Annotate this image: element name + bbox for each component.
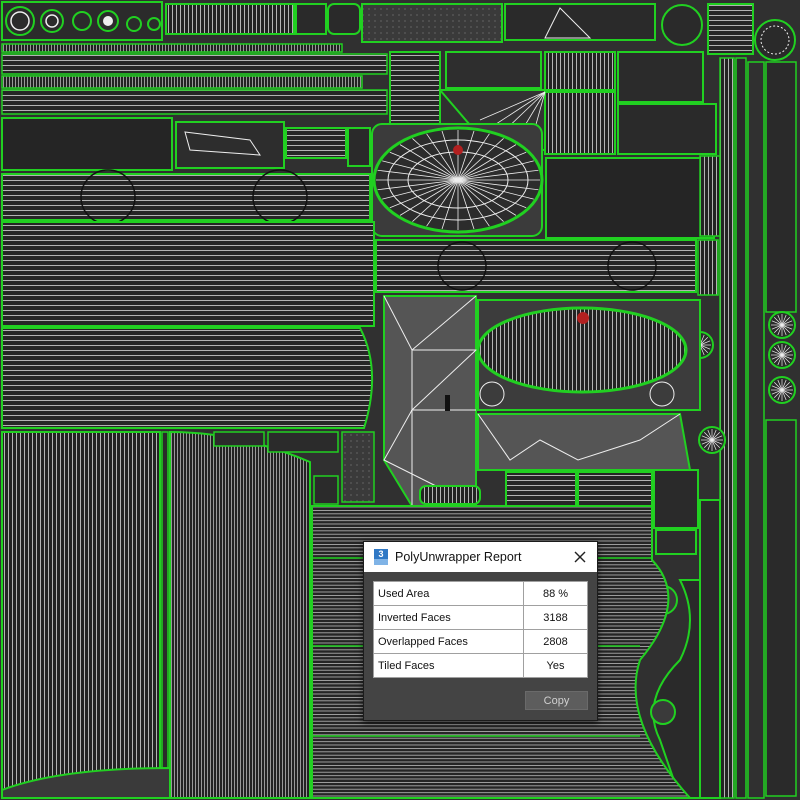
uv-island: [285, 127, 347, 159]
row-label: Inverted Faces: [373, 605, 524, 630]
uv-island: [361, 3, 503, 43]
uv-island: [371, 123, 544, 237]
uv-island: [1, 53, 388, 75]
uv-island: [327, 3, 361, 35]
table-row: Used Area 88 %: [373, 581, 588, 606]
table-row: Overlapped Faces 2808: [373, 629, 588, 654]
uv-island: [504, 3, 656, 41]
table-row: Tiled Faces Yes: [373, 653, 588, 678]
uv-island: [661, 4, 703, 46]
row-label: Overlapped Faces: [373, 629, 524, 654]
uv-island: [347, 127, 371, 167]
dialog-title: PolyUnwrapper Report: [395, 550, 522, 564]
row-label: Tiled Faces: [373, 653, 524, 678]
polyunwrapper-report-dialog: 3 PolyUnwrapper Report Used Area 88 % In…: [363, 541, 598, 721]
uv-island: [169, 430, 311, 799]
row-value: Yes: [523, 653, 588, 678]
uv-island: [1, 431, 161, 799]
uv-island: [165, 3, 295, 35]
uv-island: [1, 221, 375, 327]
uv-island: [544, 91, 616, 155]
uv-island: [1, 173, 371, 221]
row-value: 2808: [523, 629, 588, 654]
row-value: 88 %: [523, 581, 588, 606]
uv-island: [476, 299, 701, 411]
uv-island: [707, 3, 754, 55]
uv-island: [445, 51, 542, 89]
uv-island: [617, 51, 704, 103]
close-icon: [574, 551, 586, 563]
table-row: Inverted Faces 3188: [373, 605, 588, 630]
uv-island: [1, 327, 374, 429]
uv-island: [1, 1, 163, 41]
uv-island: [161, 431, 169, 799]
row-label: Used Area: [373, 581, 524, 606]
uv-island: [1, 89, 388, 115]
uv-island: [719, 57, 797, 799]
dialog-titlebar[interactable]: 3 PolyUnwrapper Report: [364, 542, 597, 572]
row-value: 3188: [523, 605, 588, 630]
uv-island: [175, 121, 285, 169]
uv-island: [1, 117, 173, 171]
uv-island: [617, 103, 717, 155]
uv-island: [389, 51, 441, 125]
uv-island: [545, 157, 715, 239]
report-table: Used Area 88 % Inverted Faces 3188 Overl…: [373, 581, 588, 678]
uv-island: [295, 3, 327, 35]
close-button[interactable]: [566, 543, 594, 571]
uv-island: [697, 239, 719, 296]
copy-button[interactable]: Copy: [525, 691, 588, 710]
uv-island: [699, 155, 721, 237]
uv-island: [1, 75, 363, 89]
uv-island: [383, 295, 478, 507]
uv-island: [1, 43, 343, 53]
app-icon-glyph: 3: [374, 549, 388, 559]
uv-island: [544, 51, 616, 91]
3ds-max-icon: 3: [374, 549, 388, 565]
